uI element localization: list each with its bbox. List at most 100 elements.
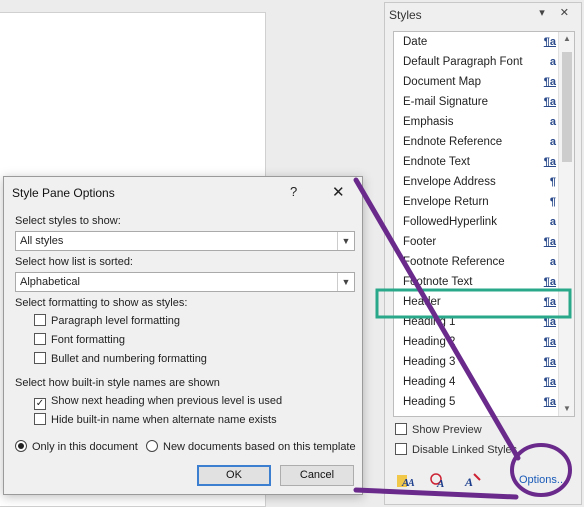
font-formatting-option[interactable]: Font formatting <box>34 333 125 349</box>
svg-text:A: A <box>407 478 415 489</box>
style-name: Footer <box>403 236 437 248</box>
radio-new-documents[interactable]: New documents based on this template <box>146 440 356 453</box>
help-icon[interactable]: ? <box>290 184 297 199</box>
styles-scrollbar[interactable]: ▲ ▼ <box>558 32 574 416</box>
radio-this-document[interactable]: Only in this document <box>15 440 138 453</box>
hide-builtin-option[interactable]: Hide built-in name when alternate name e… <box>34 413 277 429</box>
style-name: Header <box>403 296 441 308</box>
bullet-formatting-checkbox[interactable] <box>34 352 46 364</box>
style-type-icon: ¶a <box>543 76 556 88</box>
style-list-item[interactable]: Footnote Reference a <box>394 252 558 272</box>
disable-linked-checkbox[interactable]: Disable Linked Styles <box>395 443 517 459</box>
style-name: FollowedHyperlink <box>403 216 497 228</box>
style-type-icon: a <box>549 216 556 228</box>
style-name: Footnote Text <box>403 276 473 288</box>
style-type-icon: ¶ <box>549 176 556 188</box>
style-list-item[interactable]: Heading 2 ¶a <box>394 332 558 352</box>
pane-controls[interactable]: ▾ ✕ <box>539 6 575 19</box>
style-name: Heading 5 <box>403 396 456 408</box>
style-list-item[interactable]: FollowedHyperlink a <box>394 212 558 232</box>
style-list-item[interactable]: Header ¶a <box>394 292 558 312</box>
style-name: Heading 2 <box>403 336 456 348</box>
style-type-icon: a <box>549 256 556 268</box>
style-type-icon: ¶ <box>549 196 556 208</box>
chevron-down-icon[interactable]: ▼ <box>337 232 354 250</box>
style-list-item[interactable]: Envelope Return ¶ <box>394 192 558 212</box>
options-link[interactable]: Options... <box>519 474 566 486</box>
sort-dropdown[interactable]: Alphabetical ▼ <box>15 272 355 292</box>
style-list-item[interactable]: Envelope Address ¶ <box>394 172 558 192</box>
style-list-item[interactable]: Document Map ¶a <box>394 72 558 92</box>
style-list-item[interactable]: Footnote Text ¶a <box>394 272 558 292</box>
style-list-item[interactable]: Heading 4 ¶a <box>394 372 558 392</box>
svg-text:A: A <box>436 478 444 489</box>
style-name: Envelope Return <box>403 196 489 208</box>
style-type-icon: ¶a <box>543 376 556 388</box>
style-list-item[interactable]: Heading 1 ¶a <box>394 312 558 332</box>
select-styles-label: Select styles to show: <box>15 215 121 227</box>
style-list-item[interactable]: Footer ¶a <box>394 232 558 252</box>
sort-value: Alphabetical <box>20 276 80 288</box>
select-styles-value: All styles <box>20 235 64 247</box>
show-next-heading-label: Show next heading when previous level is… <box>51 395 283 407</box>
style-name: Default Paragraph Font <box>403 56 523 68</box>
cancel-button[interactable]: Cancel <box>280 465 354 486</box>
style-list-item[interactable]: E-mail Signature ¶a <box>394 92 558 112</box>
style-type-icon: ¶a <box>543 316 556 328</box>
style-name: Footnote Reference <box>403 256 505 268</box>
manage-styles-icon[interactable]: A <box>461 471 483 491</box>
style-list-item[interactable]: Heading 5 ¶a <box>394 392 558 412</box>
font-formatting-checkbox[interactable] <box>34 333 46 345</box>
style-name: E-mail Signature <box>403 96 489 108</box>
builtin-label: Select how built-in style names are show… <box>15 377 220 389</box>
style-name: Envelope Address <box>403 176 496 188</box>
style-name: Endnote Reference <box>403 136 503 148</box>
paragraph-formatting-checkbox[interactable] <box>34 314 46 326</box>
radio-this-document-label: Only in this document <box>32 441 138 453</box>
font-formatting-label: Font formatting <box>51 334 125 346</box>
sort-label: Select how list is sorted: <box>15 256 133 268</box>
scroll-up-icon[interactable]: ▲ <box>559 32 575 46</box>
bullet-formatting-option[interactable]: Bullet and numbering formatting <box>34 352 207 368</box>
style-list-item[interactable]: Default Paragraph Font a <box>394 52 558 72</box>
scroll-thumb[interactable] <box>562 52 572 162</box>
hide-builtin-checkbox[interactable] <box>34 413 46 425</box>
formatting-label: Select formatting to show as styles: <box>15 297 188 309</box>
style-name: Endnote Text <box>403 156 470 168</box>
show-next-heading-checkbox[interactable]: ✓ <box>34 398 46 410</box>
disable-linked-label: Disable Linked Styles <box>412 444 518 456</box>
style-name: Document Map <box>403 76 481 88</box>
scroll-down-icon[interactable]: ▼ <box>559 402 575 416</box>
ok-button[interactable]: OK <box>197 465 271 486</box>
style-name: Heading 1 <box>403 316 456 328</box>
select-styles-dropdown[interactable]: All styles ▼ <box>15 231 355 251</box>
style-inspector-icon[interactable]: A <box>428 471 450 491</box>
show-preview-label: Show Preview <box>412 424 482 436</box>
radio-new-documents-dot[interactable] <box>146 440 158 452</box>
new-style-icon[interactable]: AA <box>395 471 417 491</box>
style-list-item[interactable]: Emphasis a <box>394 112 558 132</box>
radio-this-document-dot[interactable] <box>15 440 27 452</box>
paragraph-formatting-option[interactable]: Paragraph level formatting <box>34 314 180 330</box>
styles-pane: Styles ▾ ✕ Date ¶a Default Paragraph Font a… <box>384 2 582 505</box>
style-list-item[interactable]: Endnote Reference a <box>394 132 558 152</box>
style-type-icon: ¶a <box>543 296 556 308</box>
close-icon[interactable]: ✕ <box>332 183 345 201</box>
show-preview-box[interactable] <box>395 423 407 435</box>
style-list-item[interactable]: Heading 3 ¶a <box>394 352 558 372</box>
style-pane-options-dialog: Style Pane Options ? ✕ Select styles to … <box>3 176 363 495</box>
disable-linked-box[interactable] <box>395 443 407 455</box>
style-list-item[interactable]: Date ¶a <box>394 32 558 52</box>
style-type-icon: a <box>549 116 556 128</box>
style-list-item[interactable]: Endnote Text ¶a <box>394 152 558 172</box>
style-type-icon: ¶a <box>543 336 556 348</box>
style-type-icon: a <box>549 136 556 148</box>
chevron-down-icon[interactable]: ▼ <box>337 273 354 291</box>
style-type-icon: ¶a <box>543 36 556 48</box>
style-name: Date <box>403 36 428 48</box>
show-preview-checkbox[interactable]: Show Preview <box>395 423 482 439</box>
style-type-icon: ¶a <box>543 96 556 108</box>
hide-builtin-label: Hide built-in name when alternate name e… <box>51 414 277 426</box>
style-type-icon: ¶a <box>543 236 556 248</box>
show-next-heading-option[interactable]: ✓ Show next heading when previous level i… <box>34 394 282 410</box>
